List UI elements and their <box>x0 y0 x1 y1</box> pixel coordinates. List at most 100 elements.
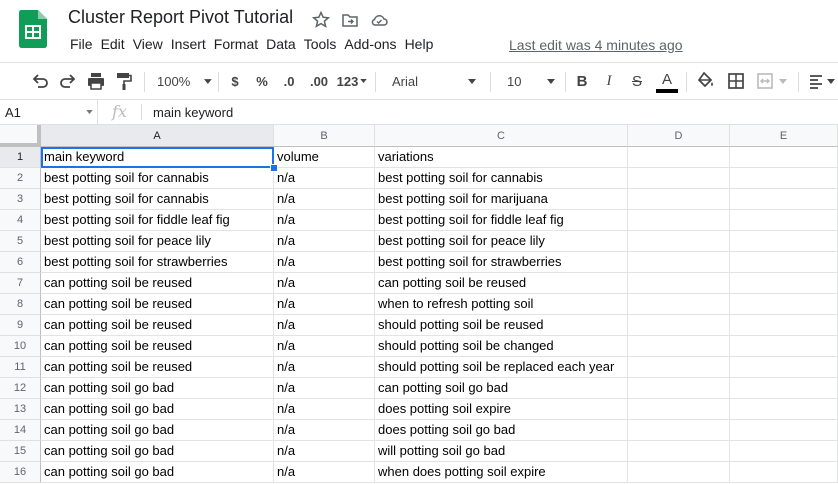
cell-e7[interactable] <box>730 273 838 294</box>
cell-c8[interactable]: when to refresh potting soil <box>375 294 628 315</box>
bold-button[interactable]: B <box>572 70 592 92</box>
cell-a8[interactable]: can potting soil be reused <box>41 294 274 315</box>
borders-icon[interactable] <box>725 70 747 92</box>
cell-b15[interactable]: n/a <box>274 441 375 462</box>
row-header-12[interactable]: 12 <box>0 378 41 399</box>
document-title[interactable]: Cluster Report Pivot Tutorial <box>68 7 293 28</box>
cell-a6[interactable]: best potting soil for strawberries <box>41 252 274 273</box>
cell-e2[interactable] <box>730 168 838 189</box>
menu-add-ons[interactable]: Add-ons <box>340 36 400 56</box>
cell-e14[interactable] <box>730 420 838 441</box>
font-size-select[interactable]: 10 <box>497 70 559 92</box>
column-header-e[interactable]: E <box>730 125 838 147</box>
menu-edit[interactable]: Edit <box>97 36 129 56</box>
cell-e11[interactable] <box>730 357 838 378</box>
cell-e1[interactable] <box>730 147 838 168</box>
cell-d5[interactable] <box>628 231 730 252</box>
redo-icon[interactable] <box>57 70 79 92</box>
paint-format-icon[interactable] <box>113 70 135 92</box>
move-folder-icon[interactable] <box>340 10 360 30</box>
cell-a14[interactable]: can potting soil go bad <box>41 420 274 441</box>
cell-a2[interactable]: best potting soil for cannabis <box>41 168 274 189</box>
cell-a4[interactable]: best potting soil for fiddle leaf fig <box>41 210 274 231</box>
cell-a7[interactable]: can potting soil be reused <box>41 273 274 294</box>
menu-tools[interactable]: Tools <box>300 36 341 56</box>
undo-icon[interactable] <box>29 70 51 92</box>
cell-d12[interactable] <box>628 378 730 399</box>
cell-d8[interactable] <box>628 294 730 315</box>
cell-d3[interactable] <box>628 189 730 210</box>
row-header-6[interactable]: 6 <box>0 252 41 273</box>
row-header-7[interactable]: 7 <box>0 273 41 294</box>
star-icon[interactable] <box>311 10 331 30</box>
cell-d1[interactable] <box>628 147 730 168</box>
cell-c1[interactable]: variations <box>375 147 628 168</box>
cell-b4[interactable]: n/a <box>274 210 375 231</box>
row-header-10[interactable]: 10 <box>0 336 41 357</box>
row-header-1[interactable]: 1 <box>0 147 41 168</box>
cell-a9[interactable]: can potting soil be reused <box>41 315 274 336</box>
cell-a16[interactable]: can potting soil go bad <box>41 462 274 483</box>
cell-e16[interactable] <box>730 462 838 483</box>
cell-b2[interactable]: n/a <box>274 168 375 189</box>
italic-button[interactable]: I <box>599 70 619 92</box>
cell-d10[interactable] <box>628 336 730 357</box>
row-header-9[interactable]: 9 <box>0 315 41 336</box>
select-all-corner[interactable] <box>0 125 41 147</box>
cell-b14[interactable]: n/a <box>274 420 375 441</box>
cell-c14[interactable]: does potting soil go bad <box>375 420 628 441</box>
merge-cells-button[interactable] <box>753 70 789 92</box>
cell-c3[interactable]: best potting soil for marijuana <box>375 189 628 210</box>
zoom-select[interactable]: 100% <box>152 70 212 92</box>
strikethrough-button[interactable]: S <box>627 70 647 92</box>
cell-c2[interactable]: best potting soil for cannabis <box>375 168 628 189</box>
fill-handle[interactable] <box>270 164 278 172</box>
row-header-8[interactable]: 8 <box>0 294 41 315</box>
cell-d4[interactable] <box>628 210 730 231</box>
menu-insert[interactable]: Insert <box>167 36 210 56</box>
cloud-status-icon[interactable] <box>369 10 389 30</box>
cell-d2[interactable] <box>628 168 730 189</box>
cell-b16[interactable]: n/a <box>274 462 375 483</box>
cell-b12[interactable]: n/a <box>274 378 375 399</box>
currency-format-button[interactable]: $ <box>226 70 244 92</box>
cell-b10[interactable]: n/a <box>274 336 375 357</box>
cell-d9[interactable] <box>628 315 730 336</box>
row-header-15[interactable]: 15 <box>0 441 41 462</box>
cell-e4[interactable] <box>730 210 838 231</box>
more-formats-button[interactable]: 123 <box>336 70 368 92</box>
row-header-4[interactable]: 4 <box>0 210 41 231</box>
cell-c12[interactable]: can potting soil go bad <box>375 378 628 399</box>
cell-c4[interactable]: best potting soil for fiddle leaf fig <box>375 210 628 231</box>
cell-d15[interactable] <box>628 441 730 462</box>
menu-help[interactable]: Help <box>401 36 438 56</box>
column-header-d[interactable]: D <box>628 125 730 147</box>
cell-b5[interactable]: n/a <box>274 231 375 252</box>
decrease-decimal-button[interactable]: .0 <box>279 70 299 92</box>
cell-e3[interactable] <box>730 189 838 210</box>
cell-a1[interactable]: main keyword <box>41 147 274 168</box>
menu-format[interactable]: Format <box>210 36 262 56</box>
menu-view[interactable]: View <box>129 36 167 56</box>
cell-e12[interactable] <box>730 378 838 399</box>
menu-file[interactable]: File <box>66 36 97 56</box>
cell-c11[interactable]: should potting soil be replaced each yea… <box>375 357 628 378</box>
menu-data[interactable]: Data <box>262 36 300 56</box>
cell-a3[interactable]: best potting soil for cannabis <box>41 189 274 210</box>
cell-d14[interactable] <box>628 420 730 441</box>
font-family-select[interactable]: Arial <box>383 70 483 92</box>
cell-b1[interactable]: volume <box>274 147 375 168</box>
cell-d11[interactable] <box>628 357 730 378</box>
row-header-2[interactable]: 2 <box>0 168 41 189</box>
row-header-11[interactable]: 11 <box>0 357 41 378</box>
row-header-14[interactable]: 14 <box>0 420 41 441</box>
row-header-5[interactable]: 5 <box>0 231 41 252</box>
cell-b9[interactable]: n/a <box>274 315 375 336</box>
column-header-c[interactable]: C <box>375 125 628 147</box>
cell-d6[interactable] <box>628 252 730 273</box>
cell-e10[interactable] <box>730 336 838 357</box>
print-icon[interactable] <box>85 70 107 92</box>
cell-e9[interactable] <box>730 315 838 336</box>
cell-d7[interactable] <box>628 273 730 294</box>
cell-c6[interactable]: best potting soil for strawberries <box>375 252 628 273</box>
